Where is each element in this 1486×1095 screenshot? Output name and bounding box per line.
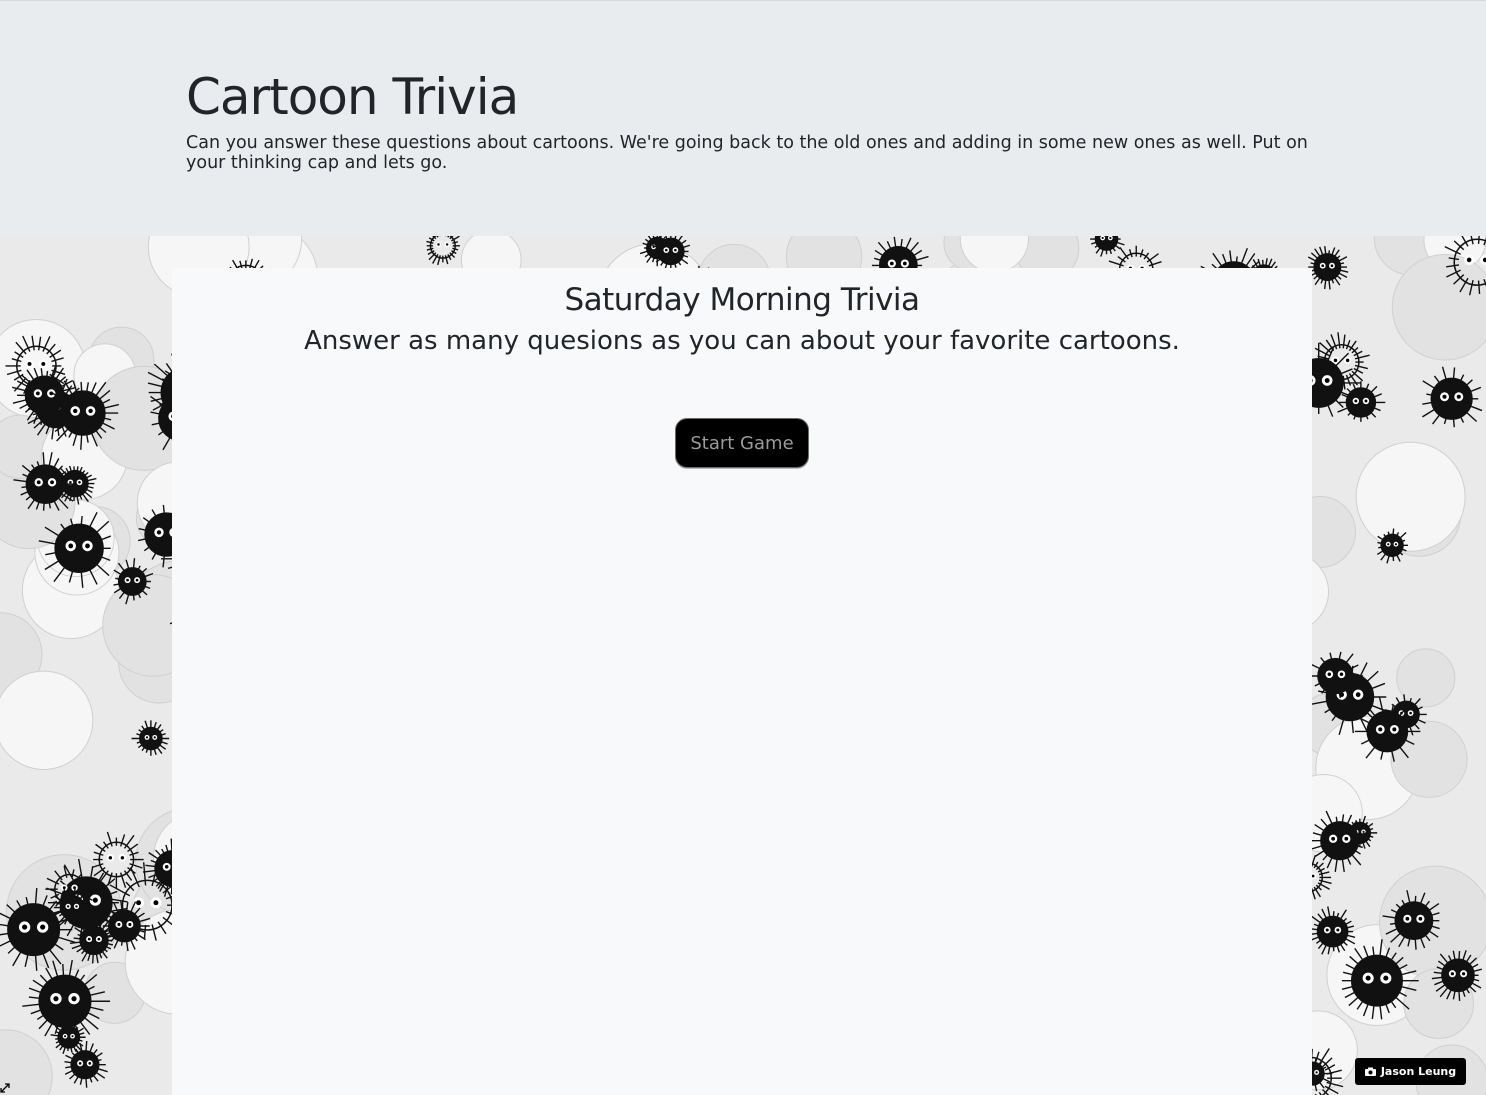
resize-handle-icon[interactable]	[0, 1083, 10, 1093]
jumbotron-header: Cartoon Trivia Can you answer these ques…	[0, 0, 1486, 236]
camera-icon	[1364, 1067, 1376, 1076]
game-title: Saturday Morning Trivia	[564, 282, 920, 318]
page: Cartoon Trivia Can you answer these ques…	[0, 0, 1486, 1095]
game-card: Saturday Morning Trivia Answer as many q…	[172, 268, 1312, 1095]
photo-credit-badge[interactable]: Jason Leung	[1355, 1058, 1466, 1085]
start-game-button[interactable]: Start Game	[675, 418, 809, 468]
page-lead: Can you answer these questions about car…	[186, 133, 1308, 173]
game-subtitle: Answer as many quesions as you can about…	[304, 326, 1180, 356]
page-title: Cartoon Trivia	[186, 68, 519, 126]
photo-credit-name: Jason Leung	[1380, 1065, 1457, 1078]
